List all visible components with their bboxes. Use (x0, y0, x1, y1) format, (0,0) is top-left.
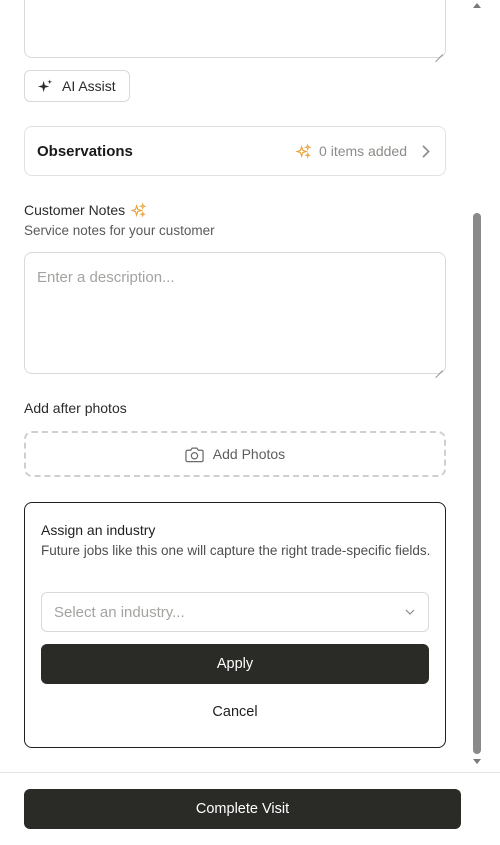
customer-notes-label: Customer Notes (24, 202, 126, 218)
apply-button[interactable]: Apply (41, 644, 429, 684)
after-photos-label: Add after photos (24, 400, 127, 416)
scrollbar-thumb[interactable] (473, 213, 481, 754)
complete-visit-button[interactable]: Complete Visit (24, 789, 461, 829)
customer-notes-placeholder: Enter a description... (37, 269, 175, 286)
sparkle-icon (38, 78, 53, 92)
customer-notes-label-row: Customer Notes (24, 202, 147, 218)
observations-row[interactable]: Observations 0 items added (24, 126, 446, 176)
add-photos-button[interactable]: Add Photos (24, 431, 446, 477)
industry-select-placeholder: Select an industry... (54, 603, 185, 621)
cancel-button[interactable]: Cancel (41, 698, 429, 726)
chevron-right-icon (422, 144, 430, 158)
resize-grip-icon[interactable] (435, 47, 443, 55)
form-scroll-area[interactable]: AI Assist Observations 0 items added Cus… (0, 0, 486, 772)
industry-select[interactable]: Select an industry... (41, 592, 429, 632)
customer-notes-subtitle: Service notes for your customer (24, 223, 215, 238)
vertical-scrollbar[interactable] (471, 0, 483, 772)
resize-grip-icon[interactable] (435, 363, 443, 371)
observations-count: 0 items added (319, 143, 407, 159)
assign-industry-card: Assign an industry Future jobs like this… (24, 502, 446, 748)
footer-bar: Complete Visit (0, 772, 500, 845)
notes-textarea[interactable] (24, 0, 446, 58)
ai-assist-button[interactable]: AI Assist (24, 70, 130, 102)
scroll-down-arrow-icon[interactable] (473, 759, 481, 764)
camera-icon (185, 447, 204, 462)
industry-title: Assign an industry (41, 522, 156, 538)
sparkle-icon (131, 202, 147, 218)
chevron-down-icon (405, 609, 415, 615)
add-photos-label: Add Photos (212, 446, 286, 462)
scroll-up-arrow-icon[interactable] (473, 3, 481, 8)
sparkle-icon (296, 143, 312, 159)
ai-assist-label: AI Assist (62, 78, 116, 94)
customer-notes-textarea[interactable]: Enter a description... (24, 252, 446, 374)
observations-title: Observations (37, 142, 133, 160)
industry-description: Future jobs like this one will capture t… (41, 543, 431, 558)
